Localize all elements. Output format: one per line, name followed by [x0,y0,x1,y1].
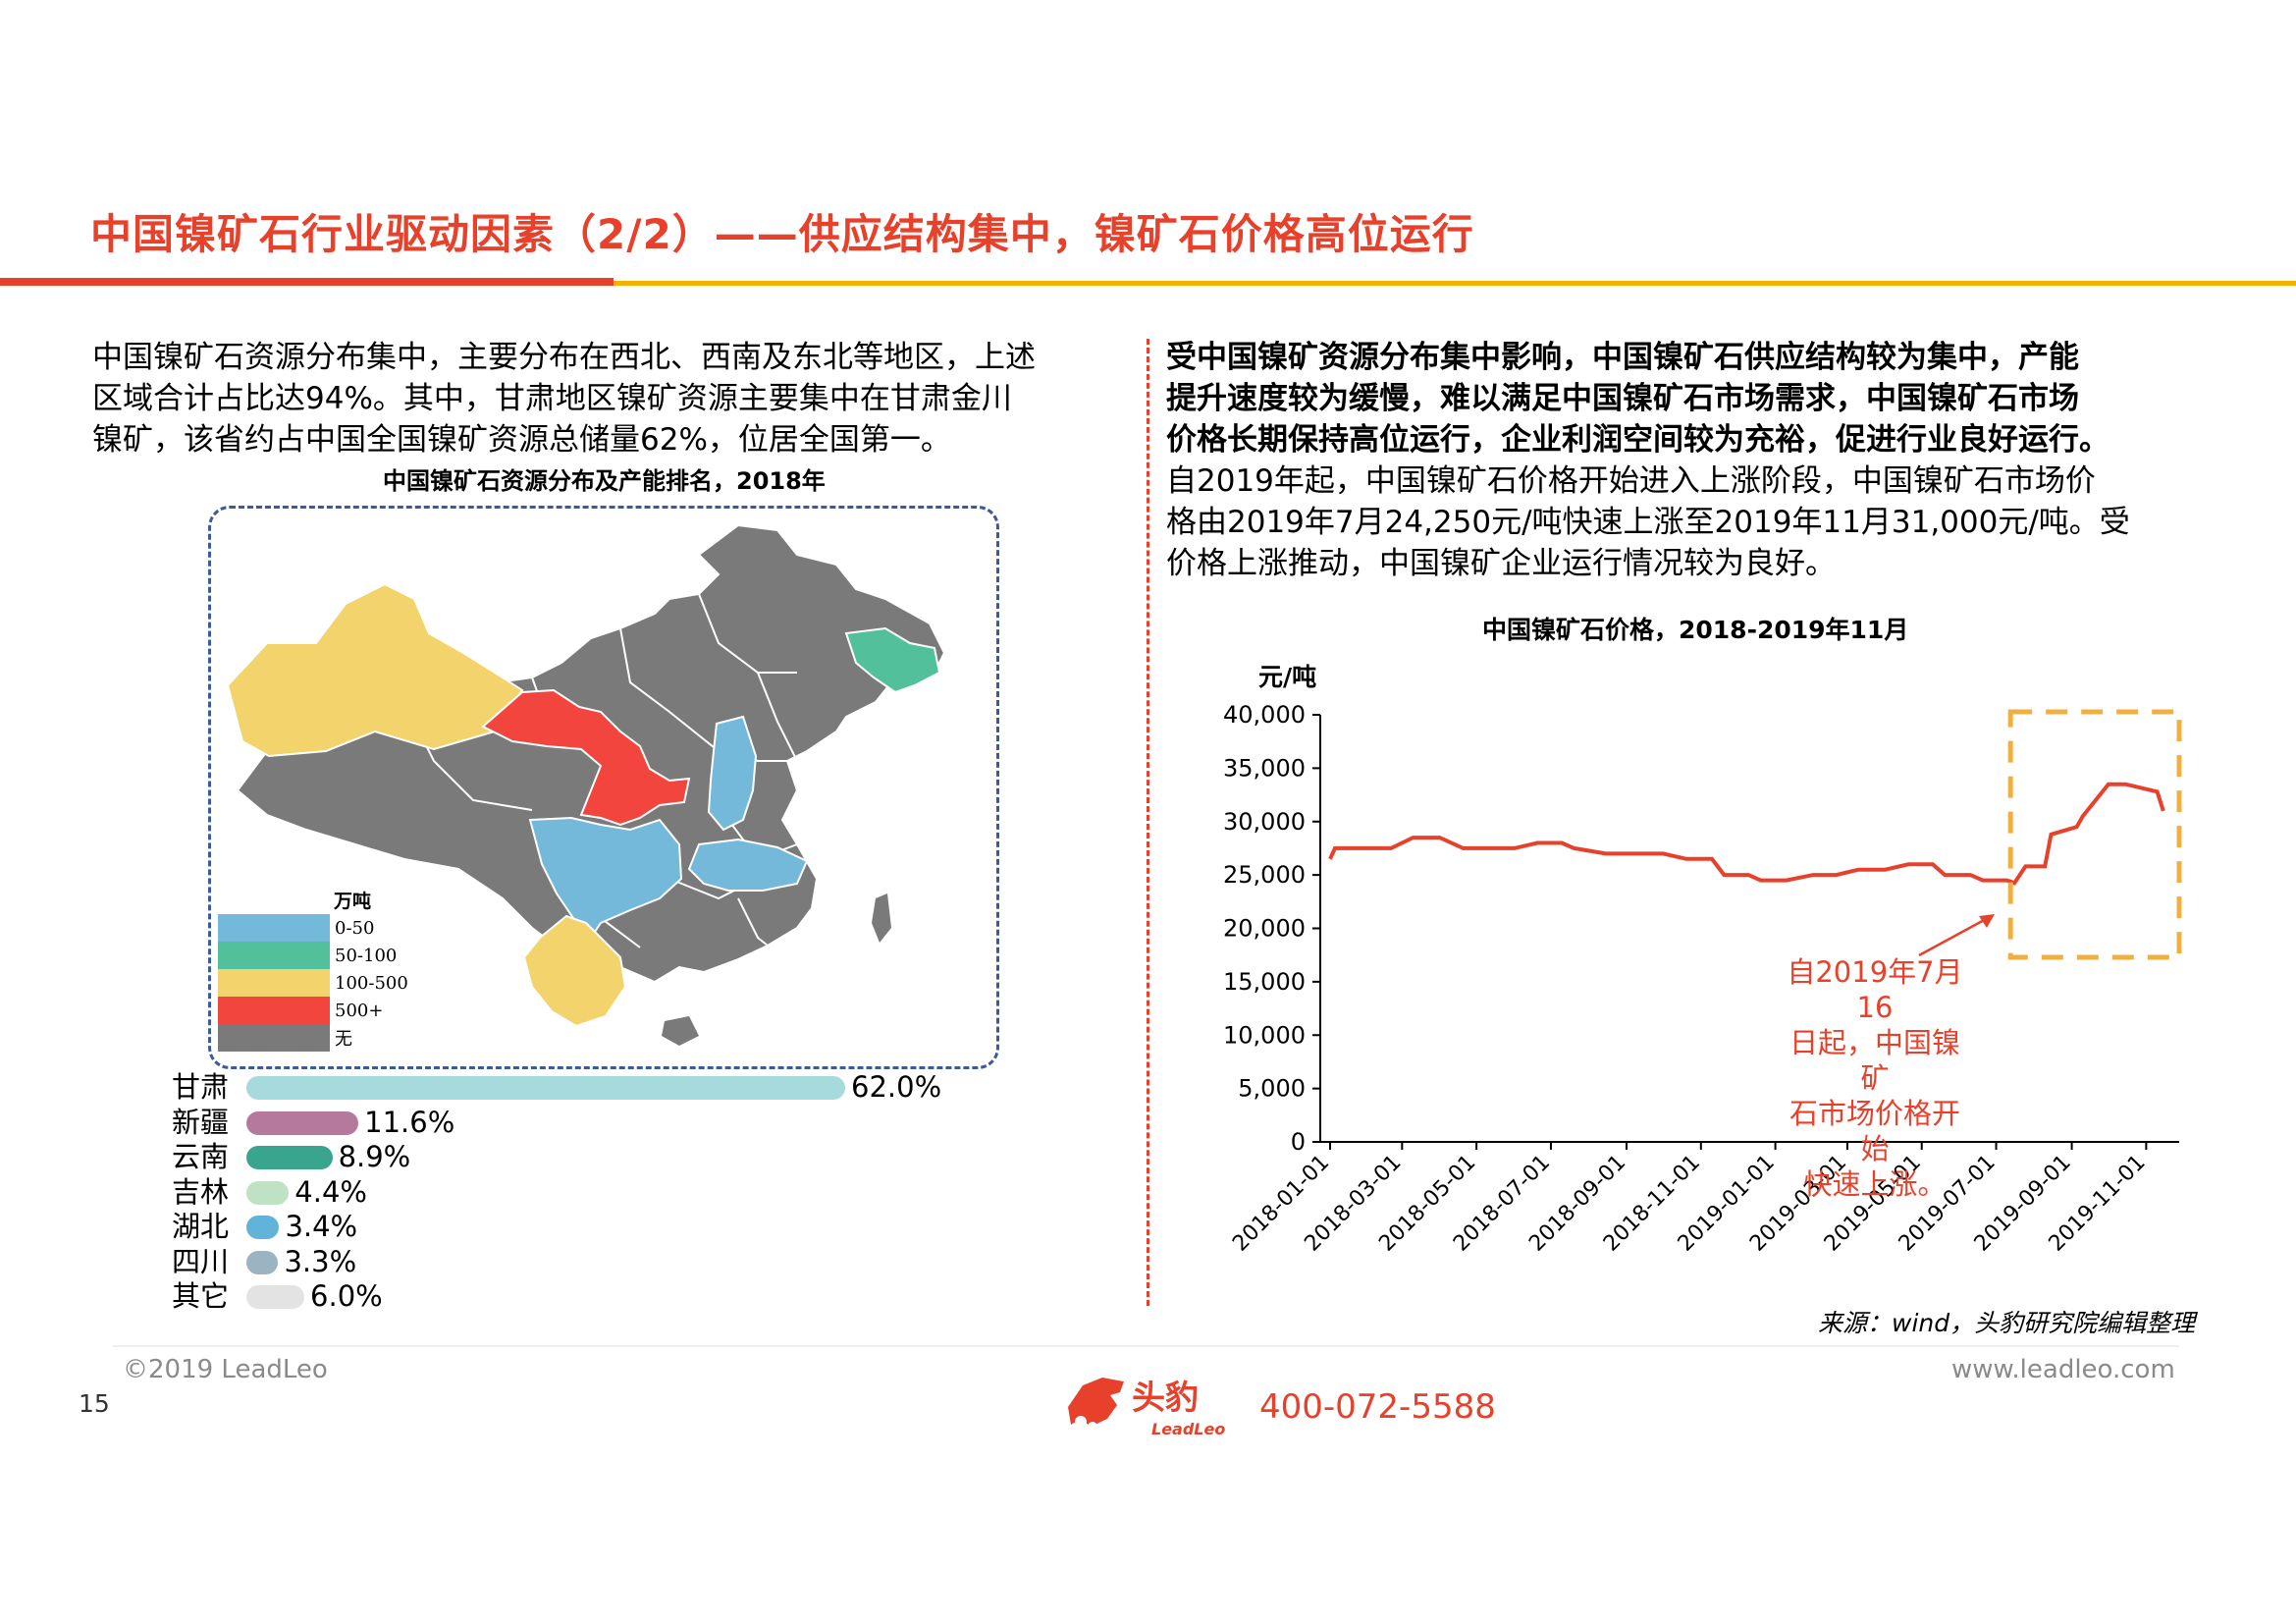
y-tick-label: 10,000 [1223,1021,1306,1049]
legend-label: 500+ [335,1000,384,1021]
legend-swatch [218,942,330,969]
highlight-box [2007,709,2182,960]
website-link[interactable]: www.leadleo.com [1951,1355,2175,1384]
map-region-xinjiang [226,582,524,758]
right-description-bold-line: 价格长期保持高位运行，企业利润空间较为充裕，促进行业良好运行。 [1166,422,2109,458]
ranking-value: 4.4% [294,1174,367,1209]
ranking-province-name: 湖北 [172,1210,230,1243]
annotation-line: 石市场价格开始 [1789,1097,1960,1165]
left-description-line: 中国镍矿石资源分布集中，主要分布在西北、西南及东北等地区，上述 [92,340,1036,375]
ranking-value: 3.4% [285,1210,358,1243]
ranking-bar [246,1076,845,1100]
right-description-bold-line: 提升速度较为缓慢，难以满足中国镍矿石市场需求，中国镍矿石市场 [1166,381,2079,416]
annotation-line: 自2019年7月16 [1787,955,1963,1024]
legend-item: 500+ [218,997,408,1024]
right-description-line: 格由2019年7月24,250元/吨快速上涨至2019年11月31,000元/吨… [1166,505,2130,540]
leadleo-logo: 头豹 LeadLeo [1068,1378,1225,1438]
legend-unit: 万吨 [334,891,372,912]
ranking-value: 11.6% [364,1105,455,1139]
map-region-taiwan [872,893,891,943]
chart-title: 中国镍矿石价格，2018-2019年11月 [1482,616,1909,644]
column-divider [1147,339,1149,1306]
ranking-province-name: 其它 [172,1279,230,1313]
y-tick-label: 20,000 [1223,915,1306,943]
annotation-arrow-line [1918,916,1989,957]
legend-item: 0-50 [218,914,408,942]
annotation-line: 日起，中国镍矿 [1789,1026,1960,1095]
ranking-value: 8.9% [338,1140,411,1173]
legend-swatch [218,997,330,1024]
logo-subtext: LeadLeo [1151,1420,1225,1438]
title-underline-yellow [614,281,2296,286]
footer-divider [113,1345,2179,1347]
legend-item: 无 [218,1024,408,1052]
ranking-bar [246,1110,359,1135]
ranking-value: 6.0% [310,1279,383,1313]
legend-label: 100-500 [335,972,408,994]
ranking-value: 62.0% [851,1070,942,1104]
left-description-line: 镍矿，该省约占中国全国镍矿资源总储量62%，位居全国第一。 [92,422,951,458]
left-description-line: 区域合计占比达94%。其中，甘肃地区镍矿资源主要集中在甘肃金川 [92,381,1012,416]
y-tick-label: 35,000 [1223,754,1306,782]
copyright: ©2019 LeadLeo [123,1355,328,1384]
legend-item: 50-100 [218,942,408,969]
price-series-line [1328,782,2165,886]
ranking-province-name: 吉林 [172,1174,230,1209]
ranking-bar [246,1180,290,1205]
ranking-bar [246,1216,280,1239]
ranking-value: 3.3% [284,1244,357,1278]
ranking-bar [246,1146,333,1169]
y-tick-label: 25,000 [1223,861,1306,889]
price-line-chart: 0 5,000 10,000 15,000 20,000 25,000 30,000 35,0… [1223,701,2182,1257]
legend-swatch [218,914,330,942]
annotation-line: 快速上涨。 [1803,1167,1947,1201]
ranking-province-name: 甘肃 [172,1070,230,1104]
ranking-bar [246,1285,305,1309]
y-tick-label: 5,000 [1238,1075,1306,1103]
page-title: 中国镍矿石行业驱动因素（2/2）——供应结构集中，镍矿石价格高位运行 [90,210,1474,258]
legend-item: 100-500 [218,969,408,997]
y-tick-label: 40,000 [1223,701,1306,729]
ranking-bar [246,1250,279,1274]
page-number: 15 [79,1389,110,1418]
map-legend: 万吨 0-50 50-100 100-500 500+ 无 [218,889,408,1052]
logo-text: 头豹 [1132,1379,1199,1418]
legend-label: 无 [335,1029,352,1050]
right-description: 受中国镍矿资源分布集中影响，中国镍矿石供应结构较为集中，产能 提升速度较为缓慢，… [1166,337,2130,584]
ranking-province-name: 新疆 [172,1105,230,1139]
legend-swatch [218,969,330,997]
ranking-province-name: 云南 [172,1140,230,1173]
phone-number: 400-072-5588 [1259,1387,1496,1427]
chart-annotation: 自2019年7月16 日起，中国镍矿 石市场价格开始 快速上涨。 [1777,954,1973,1202]
ranking-province-name: 四川 [172,1244,230,1278]
source-note: 来源：wind，头豹研究院编辑整理 [1818,1309,2196,1337]
legend-swatch [218,1024,330,1052]
right-description-bold-line: 受中国镍矿资源分布集中影响，中国镍矿石供应结构较为集中，产能 [1166,340,2079,375]
legend-label: 50-100 [335,945,398,966]
title-underline-red [0,278,614,286]
legend-label: 0-50 [335,917,375,939]
right-description-line: 价格上涨推动，中国镍矿企业运行情况较为良好。 [1166,546,1836,581]
right-description-line: 自2019年起，中国镍矿石价格开始进入上涨阶段，中国镍矿石市场价 [1166,463,2096,499]
left-description: 中国镍矿石资源分布集中，主要分布在西北、西南及东北等地区，上述 区域合计占比达9… [92,337,1036,460]
map-title: 中国镍矿石资源分布及产能排名，2018年 [383,467,826,495]
y-tick-label: 15,000 [1223,968,1306,996]
y-tick-label: 0 [1291,1128,1306,1156]
map-region-hainan [662,1016,699,1046]
y-tick-label: 30,000 [1223,808,1306,836]
